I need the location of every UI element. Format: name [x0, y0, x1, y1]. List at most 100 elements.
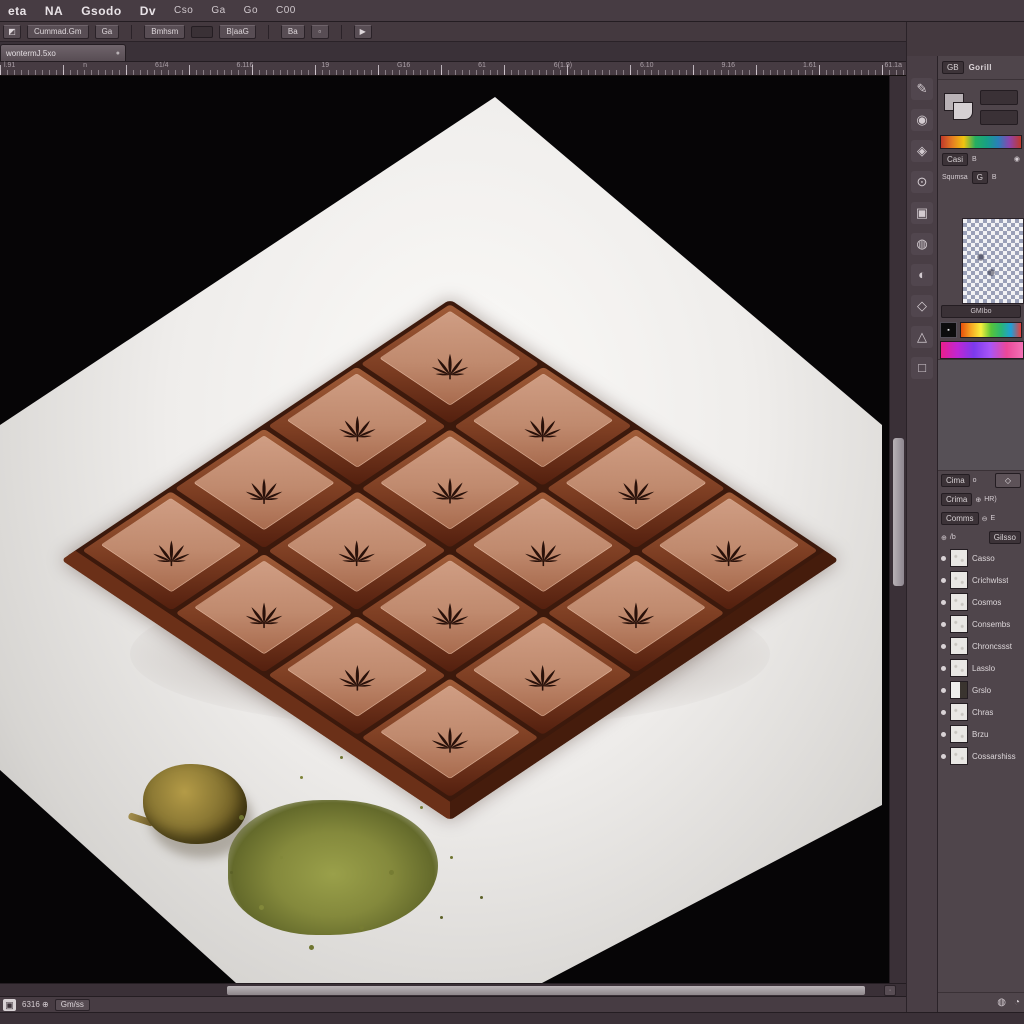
visibility-dot-icon[interactable]: [941, 666, 946, 671]
tool-preset-icon[interactable]: ◩: [3, 25, 21, 39]
scrollbar-end-button[interactable]: ·: [884, 985, 896, 996]
layer-row[interactable]: Chroncssst: [938, 635, 1024, 657]
document-info-chip[interactable]: Gm/ss: [55, 999, 90, 1011]
menu-item[interactable]: Dv: [140, 4, 156, 18]
visibility-dot-icon[interactable]: [941, 732, 946, 737]
layer-row[interactable]: Crichwlsst: [938, 569, 1024, 591]
layer-row[interactable]: Lasslo: [938, 657, 1024, 679]
mode-button[interactable]: Ga: [95, 25, 120, 39]
panel-input-field[interactable]: [980, 110, 1018, 125]
horizontal-scrollbar[interactable]: ·: [0, 983, 906, 996]
window-bottom-strip: [0, 1012, 1024, 1024]
tool-icon-6[interactable]: ◍: [911, 233, 933, 255]
opacity-chip[interactable]: Crima: [941, 493, 972, 506]
cannabis-leaf-icon: [417, 336, 483, 380]
new-item-icon[interactable]: ◍: [997, 997, 1006, 1008]
tool-icon-8[interactable]: ◇: [911, 295, 933, 317]
color-spectrum-bar[interactable]: [940, 135, 1022, 149]
menu-item[interactable]: eta: [8, 4, 27, 18]
row-a-chip[interactable]: Casi: [942, 153, 968, 166]
visibility-dot-icon[interactable]: [941, 600, 946, 605]
layer-thumbnail[interactable]: [950, 571, 968, 589]
fill-small: /b: [950, 534, 956, 541]
preset-picker-button[interactable]: Cummad.Gm: [27, 25, 89, 39]
image-editor-window: eta NA Gsodo Dv Cso Ga Go C00 ◩ Cummad.G…: [0, 0, 1024, 1024]
panel-bottom-bar: ◍ ◔: [938, 992, 1024, 1012]
tool-icon-2[interactable]: ◉: [911, 109, 933, 131]
layer-row[interactable]: Cosmos: [938, 591, 1024, 613]
layer-row[interactable]: Cossarshiss: [938, 745, 1024, 767]
document-tab[interactable]: wontermJ.5xo ●: [0, 44, 126, 61]
visibility-dot-icon[interactable]: [941, 556, 946, 561]
panel-input-field[interactable]: [980, 90, 1018, 105]
menu-item[interactable]: Ga: [211, 5, 225, 16]
spectrum-gradient[interactable]: [960, 322, 1022, 338]
size-button[interactable]: Ba: [281, 25, 305, 39]
tool-icon-10[interactable]: □: [911, 357, 933, 379]
cannabis-leaf-icon: [603, 460, 669, 504]
layers-menu-chip[interactable]: Cima: [941, 474, 970, 487]
fill-chip[interactable]: Gilsso: [989, 531, 1021, 544]
blend-dropdown-button[interactable]: B|aaG: [219, 25, 256, 39]
row-b-chip[interactable]: G: [972, 171, 988, 184]
transparency-checker-thumbnail[interactable]: [962, 218, 1024, 304]
black-swatch[interactable]: ▪: [940, 322, 957, 338]
brush-settings-button[interactable]: Bmhsm: [144, 25, 185, 39]
visibility-dot-icon[interactable]: [941, 688, 946, 693]
flyout-arrow-icon[interactable]: ▶: [354, 25, 372, 39]
options-dropdown[interactable]: [191, 26, 213, 38]
menu-item[interactable]: Go: [244, 5, 258, 16]
layer-thumbnail[interactable]: [950, 549, 968, 567]
layer-thumbnail[interactable]: [950, 703, 968, 721]
shield-icon[interactable]: ◇: [995, 473, 1021, 488]
layer-style-icon[interactable]: [944, 93, 974, 121]
layer-row[interactable]: Consembs: [938, 613, 1024, 635]
panel-tab-label[interactable]: Gorill: [969, 63, 992, 72]
visibility-dot-icon[interactable]: [941, 622, 946, 627]
horizontal-scrollbar-thumb[interactable]: [227, 986, 865, 995]
layer-thumbnail[interactable]: [950, 725, 968, 743]
menu-item[interactable]: C00: [276, 5, 296, 16]
layer-thumbnail[interactable]: [950, 681, 968, 699]
layer-row[interactable]: Brzu: [938, 723, 1024, 745]
layer-thumbnail[interactable]: [950, 593, 968, 611]
tool-icon-9[interactable]: △: [911, 326, 933, 348]
layer-thumbnail[interactable]: [950, 637, 968, 655]
tool-icon-4[interactable]: ⊙: [911, 171, 933, 193]
minus-icon[interactable]: ⊖: [982, 515, 988, 523]
tab-close-icon[interactable]: ●: [116, 50, 120, 57]
add-icon[interactable]: ⊕: [941, 534, 947, 542]
cannabis-leaf-icon: [324, 647, 390, 691]
visibility-dot-icon[interactable]: [941, 578, 946, 583]
vertical-scrollbar[interactable]: [889, 76, 906, 983]
panel-tab-gb[interactable]: GB: [942, 61, 964, 74]
layers-header-row-1: Cima o ◇: [938, 471, 1024, 490]
visibility-dot-icon[interactable]: [941, 644, 946, 649]
tool-icon-5[interactable]: ▣: [911, 202, 933, 224]
plus-icon[interactable]: ⊕: [975, 496, 981, 504]
tool-icon-3[interactable]: ◈: [911, 140, 933, 162]
layer-row-selected[interactable]: Grslo: [938, 679, 1024, 701]
menu-item[interactable]: Cso: [174, 5, 193, 16]
layers-header-small: o: [973, 477, 977, 484]
menu-item[interactable]: Gsodo: [81, 4, 122, 18]
layer-row[interactable]: Casso: [938, 547, 1024, 569]
extra-options-button[interactable]: ▫: [311, 25, 329, 39]
menu-item[interactable]: NA: [45, 4, 63, 18]
eye-icon[interactable]: ◉: [1014, 155, 1020, 163]
visibility-dot-icon[interactable]: [941, 710, 946, 715]
layer-row[interactable]: Chras: [938, 701, 1024, 723]
visibility-dot-icon[interactable]: [941, 754, 946, 759]
vertical-scrollbar-thumb[interactable]: [893, 438, 904, 586]
layer-thumbnail[interactable]: [950, 615, 968, 633]
layer-thumbnail[interactable]: [950, 659, 968, 677]
canvas-viewport[interactable]: [0, 76, 889, 983]
tool-icon-7[interactable]: ◐: [911, 264, 933, 286]
magenta-gradient[interactable]: [940, 341, 1024, 359]
lock-chip[interactable]: Comms: [941, 512, 979, 525]
layer-thumbnail[interactable]: [950, 747, 968, 765]
layer-label: Cosmos: [972, 598, 1001, 607]
tool-icon-1[interactable]: ✎: [911, 78, 933, 100]
delete-item-icon[interactable]: ◔: [1014, 997, 1020, 1008]
status-badge-icon[interactable]: ▣: [3, 999, 16, 1011]
